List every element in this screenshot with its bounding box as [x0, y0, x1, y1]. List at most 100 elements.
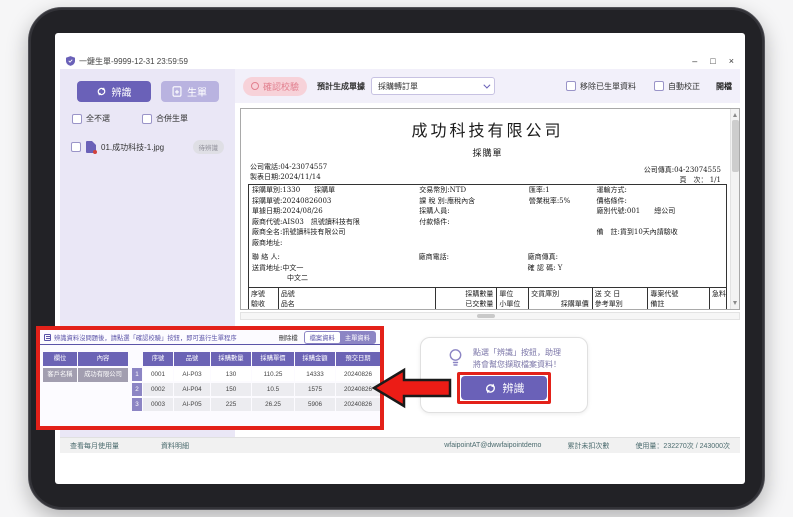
delete-file-button[interactable]: 刪除檔 [279, 333, 298, 342]
row-index: 1 [132, 368, 142, 381]
invoice-info-cell: 備 註:貨到10天內請驗收 [597, 227, 726, 238]
invoice-detail-header-line: 單位 [499, 289, 528, 299]
data-detail-link[interactable]: 資料明細 [161, 441, 189, 451]
invoice-info-row: 廠商代號:AIS03 訊號讀科技有限付款條件: [249, 217, 726, 228]
confirm-check-label: 確認校驗 [263, 80, 299, 93]
detail-cell: 225 [211, 398, 251, 411]
select-none-checkbox[interactable] [72, 114, 82, 124]
detail-cell: 110.25 [252, 368, 294, 381]
invoice-info-cell: 營業稅率:5% [529, 196, 597, 207]
preview-vertical-scrollbar[interactable] [730, 109, 739, 309]
detail-col-header: 採購單價 [252, 352, 294, 366]
field-table-body: 客戶名稱成功有限公司 [43, 368, 128, 382]
invoice-contact-cell: 確 認 碼: Y [528, 263, 726, 274]
auto-correct-checkbox[interactable] [654, 81, 664, 91]
monthly-usage-link[interactable]: 查看每月使用量 [70, 441, 119, 451]
invoice-detail-header-line: 驗收 [251, 299, 278, 309]
invoice-detail-column: 採購數量已交數量結案否 [436, 288, 498, 310]
invoice-detail-header-line: 品名 [281, 299, 435, 309]
field-col-header: 欄位 [43, 352, 77, 366]
invoice-info-cell [529, 238, 597, 249]
invoice-info-cell [419, 238, 529, 249]
file-list-item[interactable]: 01.成功科技-1.jpg 待辨識 [66, 136, 229, 158]
invoice-contact-cell: 聯 絡 人: [252, 252, 419, 263]
invoice-info-cell: 價格條件: [597, 196, 726, 207]
invoice-info-cell: 採購單別:1330 採購單 [252, 185, 419, 196]
panel-tab-2[interactable]: 主單資料 [340, 332, 375, 343]
merge-checkbox[interactable] [142, 114, 152, 124]
auto-correct-label: 自動校正 [668, 81, 700, 92]
doc-type-select[interactable]: 採購轉訂單 [371, 77, 495, 95]
invoice-detail-column: 序號驗收 [249, 288, 279, 310]
remove-generated-group: 移除已生單資料 [566, 81, 636, 92]
file-status-badge: 待辨識 [193, 140, 225, 154]
panel-tabs: 檔案資料主單資料 [304, 331, 376, 344]
preview-horizontal-scrollbar[interactable] [240, 312, 740, 320]
maximize-button[interactable]: □ [710, 57, 715, 66]
remaining-count-label: 累計未扣次數 [567, 441, 609, 451]
annotation-result-panel: 辨識資料沒問題後，請點選「確認校驗」按鈕，即可進行生單程序 刪除檔 檔案資料主單… [36, 326, 384, 430]
refresh-icon [96, 86, 107, 97]
detail-cell: 26.25 [252, 398, 294, 411]
remove-generated-label: 移除已生單資料 [580, 81, 636, 92]
invoice-detail-header-line: 已交數量 [438, 299, 497, 309]
scroll-down-icon[interactable] [733, 301, 737, 305]
invoice-detail-header-line: 參考單號 [595, 309, 648, 310]
detail-cell: 1575 [295, 383, 335, 396]
hscrollbar-thumb[interactable] [477, 314, 495, 318]
tip-recognize-button[interactable]: 辨識 [461, 376, 547, 400]
invoice-detail-header-line: 交貨庫別 [531, 289, 592, 299]
highlight-border: 辨識 [457, 372, 551, 404]
detail-table-header: 序號品號採購數量採購單價採購金額預交日期 [132, 352, 381, 366]
doc-type-label: 預計生成單據 [317, 81, 365, 92]
invoice-info-cell: 單據日期:2024/08/26 [252, 206, 419, 217]
open-file-button[interactable]: 開檔 [716, 81, 732, 92]
close-button[interactable]: × [729, 57, 734, 66]
invoice-info-cell: 廠商代號:AIS03 訊號讀科技有限 [252, 217, 419, 228]
confirm-check-button[interactable]: 確認校驗 [243, 77, 307, 96]
invoice-info-box: 採購單別:1330 採購單交易幣別:NTD匯率:1運輸方式:採購單號:20240… [248, 184, 727, 309]
invoice-contact-row: 聯 絡 人:廠商電話:廠商傳真: [249, 252, 726, 263]
scroll-up-icon[interactable] [733, 113, 737, 117]
invoice-detail-header-line: 廠商品號 [650, 309, 709, 310]
invoice-info-cell [597, 217, 726, 228]
panel-instruction: 辨識資料沒問題後，請點選「確認校驗」按鈕，即可進行生單程序 [54, 333, 237, 342]
file-list: 01.成功科技-1.jpg 待辨識 [60, 136, 235, 158]
app-shield-icon [66, 56, 75, 66]
scrollbar-thumb[interactable] [732, 120, 739, 172]
invoice-contact-cell [419, 263, 528, 274]
field-name-cell: 客戶名稱 [43, 368, 77, 382]
invoice-detail-column: 品號品名規格 [279, 288, 436, 310]
invoice-contact-rows: 聯 絡 人:廠商電話:廠商傳真:送貨地址:中文一確 認 碼: Y 中文二 [249, 252, 726, 284]
tip-line1: 點選「辨識」按鈕，助理 [473, 347, 561, 359]
detail-cell: 130 [211, 368, 251, 381]
detail-cell: AI-P04 [174, 383, 210, 396]
invoice-detail-header-line: 採購數量 [438, 289, 497, 299]
recognize-button[interactable]: 辨識 [77, 81, 151, 102]
detail-table-row: 10001AI-P03130110.251433320240826 [132, 368, 381, 381]
checklist-icon [44, 334, 51, 341]
panel-tab-1[interactable]: 檔案資料 [305, 332, 340, 343]
tip-line2: 將會幫您擷取檔案資料！ [473, 359, 561, 371]
invoice-page: 頁 次： 1/1 [680, 175, 722, 185]
invoice-info-cell [529, 227, 597, 238]
remove-generated-checkbox[interactable] [566, 81, 576, 91]
invoice-contact-row: 送貨地址:中文一確 認 碼: Y [249, 263, 726, 274]
file-name: 01.成功科技-1.jpg [101, 142, 164, 153]
invoice-info-row: 廠商地址: [249, 238, 726, 249]
generate-button[interactable]: 生單 [161, 81, 219, 102]
file-checkbox[interactable] [71, 142, 81, 152]
minimize-button[interactable]: – [692, 57, 697, 66]
invoice-preview-pane: 成功科技有限公司 採購單 公司電話:04-23074557 製表日期:2024/… [240, 108, 740, 310]
index-col-header [132, 352, 142, 366]
recognize-label: 辨識 [112, 84, 132, 99]
invoice-company: 成功科技有限公司 [244, 117, 731, 141]
invoice-detail-header-line: 送 交 日 [595, 289, 648, 299]
invoice-detail-header-line: 參考單別 [595, 299, 648, 309]
field-col-header: 內容 [78, 352, 128, 366]
invoice-info-cell: 付款條件: [419, 217, 529, 228]
invoice-contact-cell: 中文二 [252, 273, 419, 284]
invoice-info-cell: 廠別代號:001 總公司 [597, 206, 726, 217]
invoice-made-date: 製表日期:2024/11/14 [250, 172, 321, 182]
field-value-cell: 成功有限公司 [78, 368, 128, 382]
